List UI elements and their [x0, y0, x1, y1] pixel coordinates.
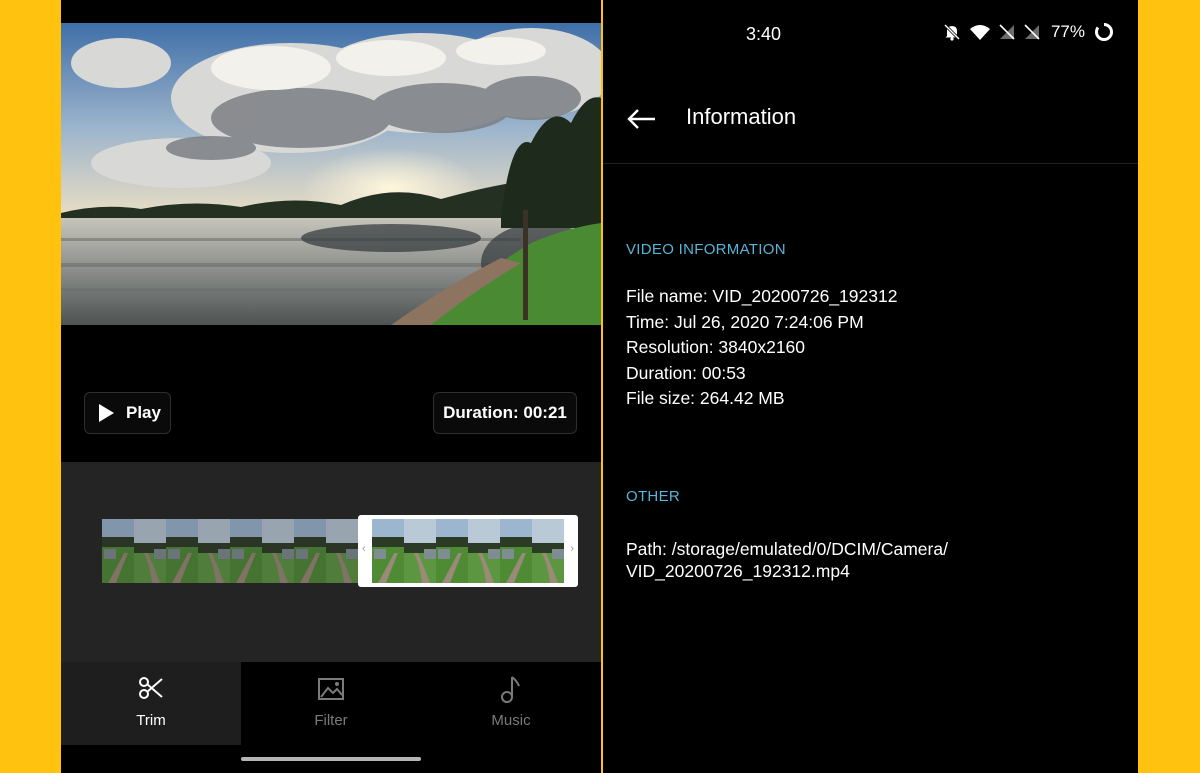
- file-size-row: File size: 264.42 MB: [626, 388, 785, 408]
- information-panel: 3:40 77% Information VIDEO INFORMATION F…: [603, 0, 1138, 773]
- filmstrip-thumbnail: [294, 519, 327, 583]
- file-name-row: File name: VID_20200726_192312: [626, 286, 898, 306]
- play-button[interactable]: Play: [84, 392, 171, 434]
- filmstrip-thumbnail: [262, 519, 295, 583]
- filmstrip-thumbnail: [326, 519, 359, 583]
- filmstrip-thumbnail: [468, 519, 501, 583]
- image-sparkle-icon: [318, 678, 344, 700]
- path-row-line2: VID_20200726_192312.mp4: [626, 561, 850, 581]
- path-row-line1: Path: /storage/emulated/0/DCIM/Camera/: [626, 539, 948, 559]
- home-indicator[interactable]: [241, 757, 421, 761]
- video-preview[interactable]: [61, 23, 601, 325]
- wifi-icon: [969, 25, 990, 40]
- no-signal-icon: [1024, 24, 1040, 40]
- tab-music[interactable]: Music: [421, 662, 601, 745]
- filmstrip-thumbnail: [436, 519, 469, 583]
- back-arrow-icon[interactable]: [625, 102, 659, 136]
- other-info-list: Path: /storage/emulated/0/DCIM/Camera/ V…: [626, 538, 948, 582]
- battery-percent: 77%: [1050, 22, 1085, 41]
- filmstrip-trimmed-out: [102, 519, 360, 583]
- video-editor-panel: Play Duration: 00:21 ‹ › Trim Filter Mus…: [61, 0, 601, 773]
- bell-off-icon: [943, 23, 961, 41]
- filmstrip-thumbnail: [166, 519, 199, 583]
- app-bar: Information: [603, 74, 1138, 164]
- status-time: 3:40: [746, 24, 782, 44]
- scissors-icon: [139, 677, 163, 699]
- duration-row: Duration: 00:53: [626, 362, 746, 383]
- video-frame: [61, 23, 601, 325]
- filmstrip-thumbnail: [230, 519, 263, 583]
- editor-tab-bar: Trim Filter Music: [61, 662, 601, 745]
- tab-music-label: Music: [491, 712, 531, 729]
- filmstrip-thumbnail: [134, 519, 167, 583]
- other-heading: OTHER: [626, 488, 680, 505]
- play-label: Play: [126, 403, 161, 422]
- filmstrip-thumbnail: [500, 519, 533, 583]
- resolution-row: Resolution: 3840x2160: [626, 337, 806, 357]
- trim-selection-window[interactable]: ‹ ›: [358, 515, 578, 587]
- video-information-heading: VIDEO INFORMATION: [626, 241, 786, 258]
- tab-trim[interactable]: Trim: [61, 662, 241, 745]
- duration-label: Duration: 00:21: [443, 403, 567, 422]
- filmstrip-thumbnail: [102, 519, 135, 583]
- filmstrip-thumbnail: [198, 519, 231, 583]
- duration-badge: Duration: 00:21: [433, 392, 577, 434]
- no-signal-icon: [999, 24, 1015, 40]
- status-bar: 3:40 77%: [603, 0, 1138, 68]
- trim-handle-right-icon[interactable]: ›: [570, 543, 574, 555]
- trim-timeline: ‹ ›: [61, 462, 601, 662]
- play-icon: [99, 404, 114, 422]
- filmstrip-thumbnail: [404, 519, 437, 583]
- tab-filter-label: Filter: [314, 712, 348, 729]
- music-note-icon: [501, 676, 520, 703]
- tab-trim-label: Trim: [136, 712, 166, 729]
- battery-ring-icon: [1095, 22, 1113, 41]
- status-icons: 77%: [943, 22, 1114, 42]
- page-title: Information: [686, 104, 797, 129]
- filmstrip-thumbnail: [532, 519, 564, 583]
- filmstrip-thumbnail: [372, 519, 405, 583]
- time-row: Time: Jul 26, 2020 7:24:06 PM: [626, 311, 864, 332]
- filmstrip-selected: [372, 519, 564, 583]
- trim-handle-left-icon[interactable]: ‹: [362, 543, 366, 555]
- tab-filter[interactable]: Filter: [241, 662, 421, 745]
- video-information-list: File name: VID_20200726_192312 Time: Jul…: [626, 284, 897, 412]
